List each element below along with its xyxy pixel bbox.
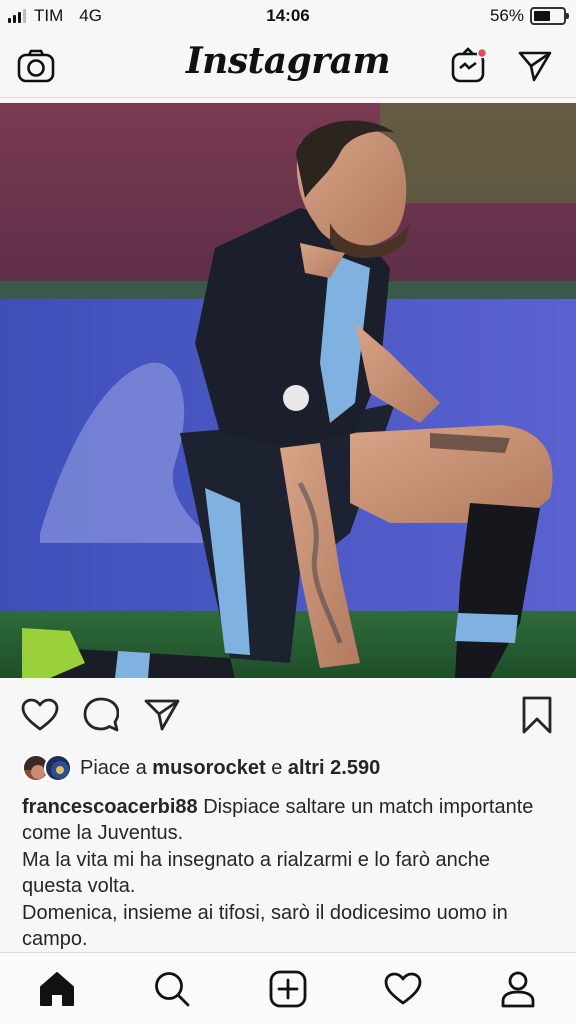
post-actions	[0, 690, 576, 740]
igtv-icon[interactable]	[446, 42, 490, 86]
liker-username[interactable]: musorocket	[152, 757, 265, 780]
status-right: 56%	[489, 6, 569, 26]
caption-line: Domenica, insieme ai tifosi, sarò il dod…	[22, 902, 508, 950]
share-icon[interactable]	[139, 692, 185, 738]
likes-summary[interactable]: Piace a musorocket e altri 2.590	[22, 752, 380, 784]
battery-icon	[530, 7, 569, 25]
direct-message-icon[interactable]	[513, 44, 557, 88]
heart-icon[interactable]	[17, 692, 63, 738]
search-icon[interactable]	[148, 965, 196, 1013]
likes-others-count[interactable]: altri 2.590	[288, 757, 380, 780]
likes-prefix: Piace a	[80, 756, 147, 779]
new-post-icon[interactable]	[264, 965, 312, 1013]
caption-line: Ma la vita mi ha insegnato a rialzarmi e…	[22, 849, 491, 897]
liker-avatars	[22, 754, 74, 782]
post-photo[interactable]	[0, 103, 576, 678]
avatar	[44, 754, 72, 782]
battery-percent: 56%	[489, 6, 524, 25]
bottom-navigation	[0, 952, 576, 1024]
post-caption: francescoacerbi88 Dispiace saltare un ma…	[22, 794, 552, 953]
top-navigation: Instagram	[0, 34, 576, 98]
caption-line: francescoacerbi88 Dispiace saltare un ma…	[22, 794, 552, 846]
profile-icon[interactable]	[494, 965, 542, 1013]
post-photo-graphic	[0, 103, 576, 678]
comment-icon[interactable]	[78, 692, 124, 738]
battery-fill	[534, 11, 550, 21]
activity-icon[interactable]	[379, 965, 427, 1013]
status-bar: TIM 4G 14:06 56%	[0, 0, 576, 34]
caption-username[interactable]: francescoacerbi88	[22, 796, 198, 818]
likes-connector: e	[271, 756, 283, 779]
home-icon[interactable]	[33, 965, 81, 1013]
bookmark-icon[interactable]	[514, 692, 560, 738]
